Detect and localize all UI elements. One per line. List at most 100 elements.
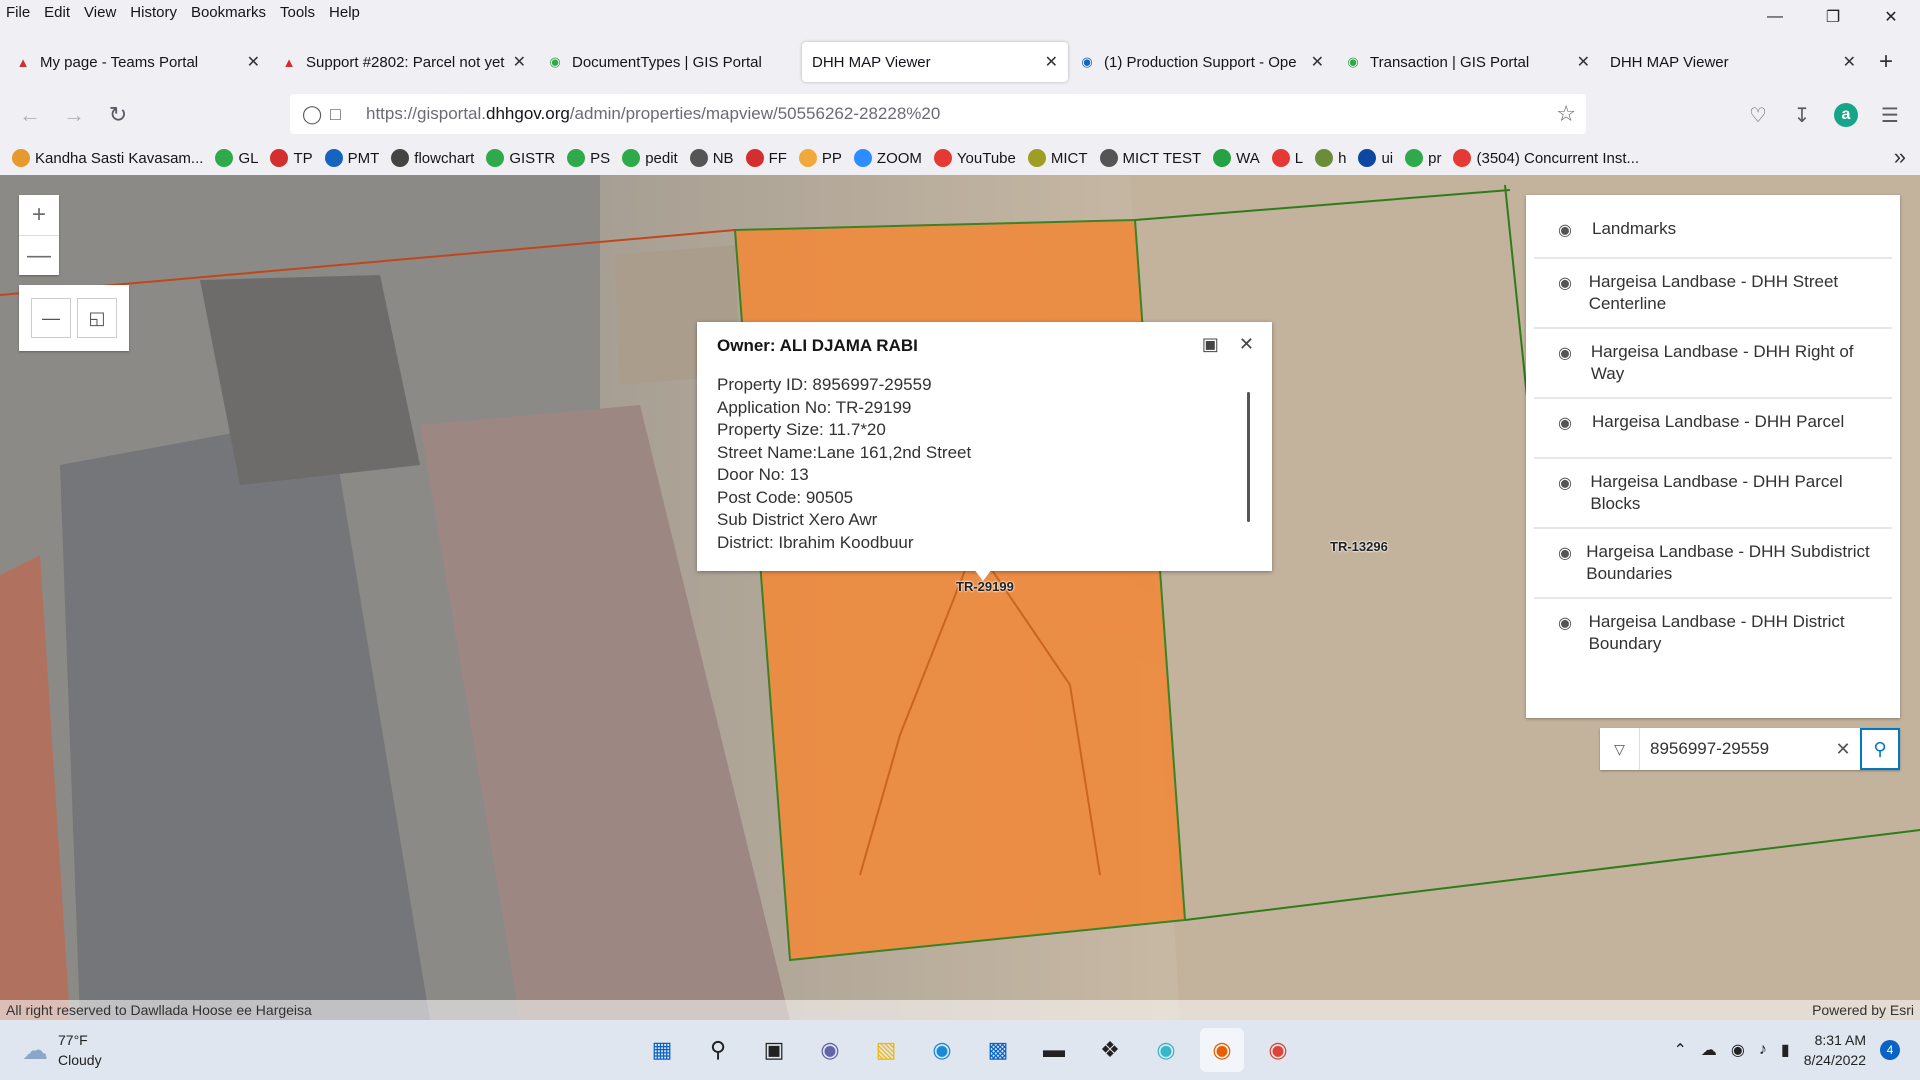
- layer-item[interactable]: ◉ Hargeisa Landbase - DHH Subdistrict Bou…: [1534, 529, 1892, 599]
- menu-file[interactable]: File: [6, 4, 30, 21]
- menu-view[interactable]: View: [84, 4, 116, 21]
- bookmark-item[interactable]: ui: [1358, 149, 1393, 167]
- bookmark-item[interactable]: PS: [567, 149, 610, 167]
- chrome-icon[interactable]: ◉: [1256, 1028, 1300, 1072]
- battery-icon[interactable]: ▮: [1781, 1040, 1790, 1060]
- tab-production-support[interactable]: ◉ (1) Production Support - Ope ✕: [1068, 43, 1334, 81]
- esri-credit[interactable]: Powered by Esri: [1812, 1002, 1914, 1018]
- onedrive-icon[interactable]: ☁: [1701, 1040, 1717, 1060]
- zoom-out-button[interactable]: —: [19, 235, 59, 275]
- teams-chat-icon[interactable]: ◉: [808, 1028, 852, 1072]
- eye-icon[interactable]: ◉: [1558, 220, 1584, 240]
- eye-icon[interactable]: ◉: [1558, 343, 1583, 363]
- measure-line-icon[interactable]: —: [31, 298, 71, 338]
- close-icon[interactable]: ✕: [1239, 334, 1254, 355]
- firefox-icon[interactable]: ◉: [1200, 1028, 1244, 1072]
- weather-widget[interactable]: ☁ 77°F Cloudy: [22, 1030, 102, 1070]
- clear-search-icon[interactable]: ✕: [1826, 728, 1860, 770]
- chevron-up-icon[interactable]: ⌃: [1674, 1040, 1687, 1060]
- lock-icon[interactable]: □: [330, 104, 358, 125]
- address-bar[interactable]: ◯ □ https://gisportal.dhhgov.org/admin/p…: [290, 94, 1586, 134]
- reload-button[interactable]: ↻: [96, 95, 140, 135]
- edge-icon[interactable]: ◉: [920, 1028, 964, 1072]
- close-icon[interactable]: ✕: [513, 52, 526, 72]
- bookmark-item[interactable]: L: [1271, 149, 1303, 167]
- notification-badge[interactable]: 4: [1880, 1040, 1900, 1060]
- bookmark-item[interactable]: FF: [745, 149, 787, 167]
- search-icon[interactable]: ⚲: [696, 1028, 740, 1072]
- hamburger-menu-icon[interactable]: ☰: [1868, 95, 1912, 135]
- bookmark-item[interactable]: GISTR: [486, 149, 555, 167]
- tab-support[interactable]: ▲ Support #2802: Parcel not yet ✕: [270, 43, 536, 81]
- close-icon[interactable]: ✕: [1045, 52, 1058, 72]
- forward-button[interactable]: →: [52, 95, 96, 135]
- close-window-button[interactable]: ✕: [1862, 0, 1920, 34]
- url-text[interactable]: https://gisportal.dhhgov.org/admin/prope…: [366, 104, 940, 124]
- zoom-in-button[interactable]: +: [19, 195, 59, 235]
- dropbox-icon[interactable]: ❖: [1088, 1028, 1132, 1072]
- bookmark-item[interactable]: (3504) Concurrent Inst...: [1453, 149, 1639, 167]
- shield-icon[interactable]: ◯: [302, 104, 330, 125]
- menu-history[interactable]: History: [130, 4, 177, 21]
- bookmark-item[interactable]: Kandha Sasti Kavasam...: [12, 149, 203, 167]
- layer-item[interactable]: ◉ Hargeisa Landbase - DHH District Bounda…: [1534, 599, 1892, 667]
- bookmark-item[interactable]: PMT: [324, 149, 379, 167]
- layer-item[interactable]: ◉ Landmarks: [1534, 201, 1892, 259]
- task-view-icon[interactable]: ▣: [752, 1028, 796, 1072]
- bookmark-item[interactable]: ZOOM: [853, 149, 922, 167]
- minimize-button[interactable]: —: [1746, 0, 1804, 34]
- popup-scrollbar[interactable]: [1247, 392, 1250, 522]
- volume-icon[interactable]: ♪: [1759, 1041, 1767, 1059]
- layer-item[interactable]: ◉ Hargeisa Landbase - DHH Parcel Blocks: [1534, 459, 1892, 529]
- menu-tools[interactable]: Tools: [280, 4, 315, 21]
- layer-item[interactable]: ◉ Hargeisa Landbase - DHH Parcel: [1534, 399, 1892, 459]
- pocket-icon[interactable]: ♡: [1736, 95, 1780, 135]
- close-icon[interactable]: ✕: [1577, 52, 1590, 72]
- close-icon[interactable]: ✕: [247, 52, 260, 72]
- measure-area-icon[interactable]: ◱: [77, 298, 117, 338]
- map-view[interactable]: + — — ◱ TR-29199 TR-13296 Owner: ALI DJA…: [0, 175, 1920, 1020]
- new-tab-button[interactable]: +: [1866, 43, 1906, 81]
- tab-teams-portal[interactable]: ▲ My page - Teams Portal ✕: [4, 43, 270, 81]
- layer-item[interactable]: ◉ Hargeisa Landbase - DHH Right of Way: [1534, 329, 1892, 399]
- bookmark-item[interactable]: MICT: [1027, 149, 1088, 167]
- file-explorer-icon[interactable]: ▧: [864, 1028, 908, 1072]
- bookmark-item[interactable]: pr: [1405, 149, 1441, 167]
- back-button[interactable]: ←: [8, 95, 52, 135]
- tab-documenttypes[interactable]: ◉ DocumentTypes | GIS Portal: [536, 43, 802, 81]
- amazon-icon[interactable]: ▬: [1032, 1028, 1076, 1072]
- bookmark-item[interactable]: flowchart: [391, 149, 474, 167]
- dock-icon[interactable]: ▣: [1202, 334, 1219, 355]
- eye-icon[interactable]: ◉: [1558, 413, 1584, 433]
- account-icon[interactable]: a: [1824, 95, 1868, 135]
- menu-edit[interactable]: Edit: [44, 4, 70, 21]
- menu-help[interactable]: Help: [329, 4, 360, 21]
- bookmark-item[interactable]: PP: [798, 149, 842, 167]
- close-icon[interactable]: ✕: [1311, 52, 1324, 72]
- tab-dhh-map-viewer-active[interactable]: DHH MAP Viewer ✕: [802, 42, 1068, 82]
- eye-icon[interactable]: ◉: [1558, 543, 1578, 563]
- start-icon[interactable]: ▦: [640, 1028, 684, 1072]
- bookmark-item[interactable]: YouTube: [933, 149, 1016, 167]
- eye-icon[interactable]: ◉: [1558, 273, 1581, 293]
- bookmark-item[interactable]: TP: [270, 149, 313, 167]
- clock[interactable]: 8:31 AM 8/24/2022: [1804, 1030, 1866, 1070]
- search-source-dropdown[interactable]: ▽: [1600, 728, 1640, 770]
- bookmark-item[interactable]: h: [1315, 149, 1346, 167]
- search-icon[interactable]: ⚲: [1860, 728, 1900, 770]
- eye-icon[interactable]: ◉: [1558, 613, 1581, 633]
- search-input[interactable]: [1640, 728, 1826, 770]
- bookmark-item[interactable]: WA: [1213, 149, 1260, 167]
- restore-button[interactable]: ❐: [1804, 0, 1862, 34]
- tab-dhh-map-viewer[interactable]: DHH MAP Viewer ✕: [1600, 43, 1866, 81]
- eye-icon[interactable]: ◉: [1558, 473, 1582, 493]
- bookmark-item[interactable]: pedit: [622, 149, 678, 167]
- bookmark-item[interactable]: MICT TEST: [1099, 149, 1201, 167]
- bookmark-star-icon[interactable]: ☆: [1556, 101, 1576, 127]
- bookmark-item[interactable]: GL: [215, 149, 258, 167]
- wifi-icon[interactable]: ◉: [1731, 1040, 1745, 1060]
- bookmark-item[interactable]: NB: [689, 149, 734, 167]
- layer-item[interactable]: ◉ Hargeisa Landbase - DHH Street Centerli…: [1534, 259, 1892, 329]
- tab-transaction[interactable]: ◉ Transaction | GIS Portal ✕: [1334, 43, 1600, 81]
- bookmarks-overflow-icon[interactable]: »: [1894, 144, 1906, 170]
